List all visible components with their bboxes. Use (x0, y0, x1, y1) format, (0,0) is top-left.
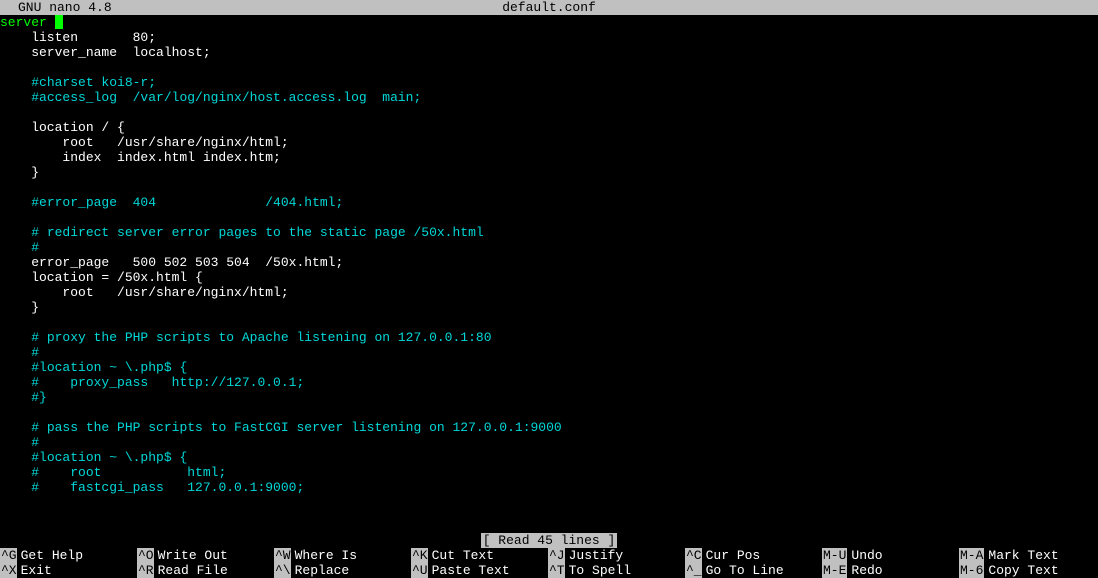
editor-line: # fastcgi_pass 127.0.0.1:9000; (0, 480, 1098, 495)
shortcut-key: ^C (685, 548, 702, 563)
editor-line: #access_log /var/log/nginx/host.access.l… (0, 90, 1098, 105)
shortcut-key: M-E (822, 563, 847, 578)
shortcut-item[interactable]: ^J Justify (548, 548, 685, 563)
title-bar: GNU nano 4.8 default.conf (0, 0, 1098, 15)
editor-line: # (0, 240, 1098, 255)
shortcut-key: ^G (0, 548, 17, 563)
editor-line: } (0, 165, 1098, 180)
app-name: GNU nano 4.8 (18, 0, 112, 15)
status-text: [ Read 45 lines ] (481, 533, 618, 548)
editor-line (0, 315, 1098, 330)
editor-line: # redirect server error pages to the sta… (0, 225, 1098, 240)
editor-line: server (0, 15, 1098, 30)
editor-line: location / { (0, 120, 1098, 135)
cursor (55, 15, 63, 29)
shortcut-label: Undo (851, 548, 882, 563)
shortcut-label: Copy Text (988, 563, 1058, 578)
editor-line: location = /50x.html { (0, 270, 1098, 285)
shortcut-label: Cut Text (432, 548, 494, 563)
file-name: default.conf (502, 0, 596, 15)
shortcut-label: Justify (569, 548, 624, 563)
editor-line: #charset koi8-r; (0, 75, 1098, 90)
shortcut-label: Mark Text (988, 548, 1058, 563)
shortcut-key: ^J (548, 548, 565, 563)
shortcut-label: Write Out (158, 548, 228, 563)
editor-line: #location ~ \.php$ { (0, 450, 1098, 465)
shortcut-item[interactable]: ^X Exit (0, 563, 137, 578)
editor-line: # proxy_pass http://127.0.0.1; (0, 375, 1098, 390)
editor-line: # pass the PHP scripts to FastCGI server… (0, 420, 1098, 435)
editor-line: } (0, 300, 1098, 315)
editor-line: listen 80; (0, 30, 1098, 45)
shortcut-item[interactable]: ^R Read File (137, 563, 274, 578)
shortcut-label: Replace (295, 563, 350, 578)
shortcut-label: Where Is (295, 548, 357, 563)
shortcut-label: To Spell (569, 563, 631, 578)
editor-line: #location ~ \.php$ { (0, 360, 1098, 375)
shortcut-key: ^U (411, 563, 428, 578)
shortcut-bar: ^G Get Help ^O Write Out ^W Where Is ^K Cut Tex… (0, 548, 1098, 578)
shortcut-item[interactable]: ^G Get Help (0, 548, 137, 563)
shortcut-item[interactable]: M-6 Copy Text (959, 563, 1096, 578)
shortcut-key: M-U (822, 548, 847, 563)
editor-line (0, 210, 1098, 225)
editor-line (0, 105, 1098, 120)
shortcut-item[interactable]: M-A Mark Text (959, 548, 1096, 563)
editor-line: #} (0, 390, 1098, 405)
shortcut-key: M-6 (959, 563, 984, 578)
editor-line: # proxy the PHP scripts to Apache listen… (0, 330, 1098, 345)
editor-line: root /usr/share/nginx/html; (0, 285, 1098, 300)
editor-line: # (0, 345, 1098, 360)
shortcut-key: M-A (959, 548, 984, 563)
shortcut-item[interactable]: ^\ Replace (274, 563, 411, 578)
editor-line: # (0, 435, 1098, 450)
editor-line: server_name localhost; (0, 45, 1098, 60)
shortcut-label: Get Help (21, 548, 83, 563)
shortcut-key: ^W (274, 548, 291, 563)
shortcut-label: Cur Pos (706, 548, 761, 563)
editor-line: #error_page 404 /404.html; (0, 195, 1098, 210)
editor-line: root /usr/share/nginx/html; (0, 135, 1098, 150)
shortcut-key: ^K (411, 548, 428, 563)
editor-line (0, 60, 1098, 75)
shortcut-key: ^R (137, 563, 154, 578)
shortcut-item[interactable]: ^_ Go To Line (685, 563, 822, 578)
shortcut-label: Redo (851, 563, 882, 578)
shortcut-label: Go To Line (706, 563, 784, 578)
shortcut-item[interactable]: M-E Redo (822, 563, 959, 578)
shortcut-label: Exit (21, 563, 52, 578)
shortcut-item[interactable]: ^K Cut Text (411, 548, 548, 563)
shortcut-key: ^X (0, 563, 17, 578)
editor-line: error_page 500 502 503 504 /50x.html; (0, 255, 1098, 270)
shortcut-item[interactable]: ^U Paste Text (411, 563, 548, 578)
shortcut-label: Read File (158, 563, 228, 578)
shortcut-item[interactable]: ^O Write Out (137, 548, 274, 563)
shortcut-label: Paste Text (432, 563, 510, 578)
editor-line: index index.html index.htm; (0, 150, 1098, 165)
editor-line (0, 405, 1098, 420)
editor-area[interactable]: server listen 80; server_name localhost;… (0, 15, 1098, 495)
shortcut-item[interactable]: ^W Where Is (274, 548, 411, 563)
shortcut-key: ^_ (685, 563, 702, 578)
shortcut-item[interactable]: M-U Undo (822, 548, 959, 563)
shortcut-key: ^T (548, 563, 565, 578)
shortcut-key: ^O (137, 548, 154, 563)
shortcut-key: ^\ (274, 563, 291, 578)
shortcut-item[interactable]: ^C Cur Pos (685, 548, 822, 563)
status-bar: [ Read 45 lines ] (0, 533, 1098, 548)
editor-line (0, 180, 1098, 195)
editor-line: # root html; (0, 465, 1098, 480)
shortcut-item[interactable]: ^T To Spell (548, 563, 685, 578)
